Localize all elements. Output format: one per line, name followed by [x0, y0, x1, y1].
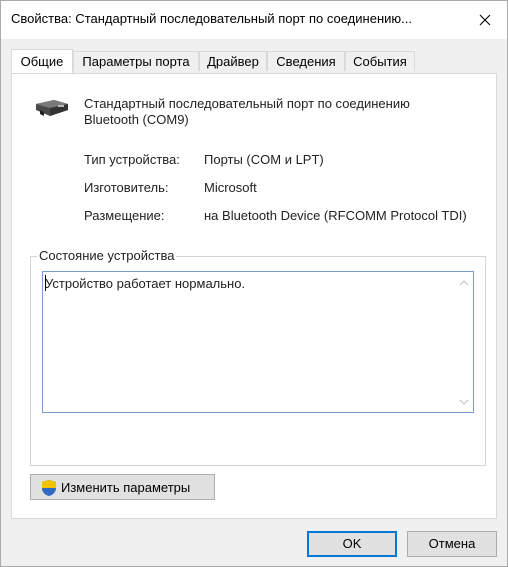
device-type-label: Тип устройства:: [84, 152, 180, 167]
tab-general[interactable]: Общие: [11, 49, 73, 73]
window-title: Свойства: Стандартный последовательный п…: [11, 11, 412, 26]
ok-button[interactable]: OK: [307, 531, 397, 557]
change-settings-label: Изменить параметры: [61, 480, 191, 495]
tab-events[interactable]: События: [345, 51, 415, 71]
device-status-text: Устройство работает нормально.: [45, 276, 246, 291]
tab-port-settings[interactable]: Параметры порта: [73, 51, 199, 71]
device-status-group: Состояние устройства Устройство работает…: [30, 248, 486, 466]
properties-dialog: Свойства: Стандартный последовательный п…: [0, 0, 508, 567]
serial-port-icon: [34, 96, 70, 123]
device-name-line-2: Bluetooth (COM9): [84, 112, 189, 127]
cancel-button[interactable]: Отмена: [407, 531, 497, 557]
general-tab-panel: Стандартный последовательный порт по сое…: [11, 73, 497, 519]
device-status-title: Состояние устройства: [37, 248, 177, 263]
tab-details[interactable]: Сведения: [267, 51, 345, 71]
manufacturer-label: Изготовитель:: [84, 180, 169, 195]
close-icon: [479, 14, 491, 26]
scroll-down-icon[interactable]: [459, 398, 469, 406]
device-status-textbox[interactable]: Устройство работает нормально.: [42, 271, 474, 413]
title-bar: Свойства: Стандартный последовательный п…: [1, 1, 507, 39]
device-name-line-1: Стандартный последовательный порт по сое…: [84, 96, 410, 111]
close-button[interactable]: [463, 1, 507, 39]
change-settings-button[interactable]: Изменить параметры: [30, 474, 215, 500]
device-type-value: Порты (COM и LPT): [204, 152, 324, 167]
uac-shield-icon: [41, 479, 57, 500]
location-value: на Bluetooth Device (RFCOMM Protocol TDI…: [204, 208, 467, 223]
manufacturer-value: Microsoft: [204, 180, 257, 195]
scroll-up-icon[interactable]: [459, 278, 469, 286]
tab-strip: Общие Параметры порта Драйвер Сведения С…: [11, 49, 497, 73]
tab-driver[interactable]: Драйвер: [199, 51, 267, 71]
location-label: Размещение:: [84, 208, 165, 223]
device-name: Стандартный последовательный порт по сое…: [84, 96, 474, 128]
